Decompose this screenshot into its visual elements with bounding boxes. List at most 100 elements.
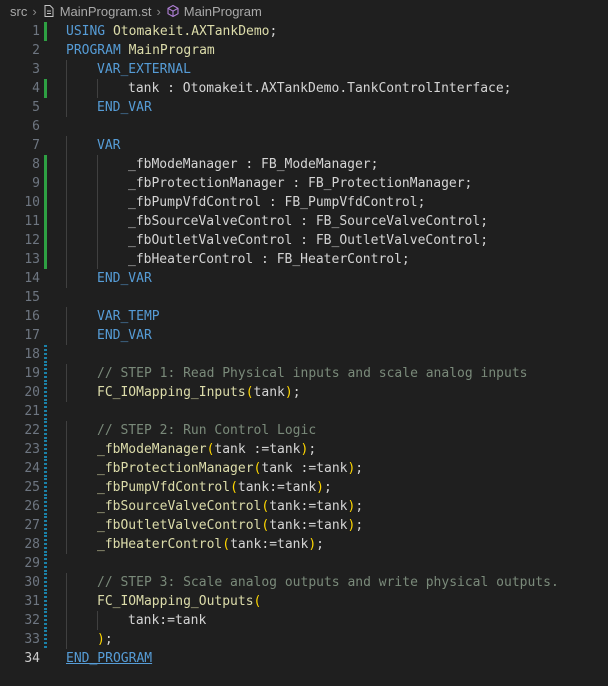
line-number: 20 — [24, 385, 40, 400]
breadcrumb-file[interactable]: MainProgram.st — [42, 4, 151, 19]
code-text: _fbProtectionManager : FB_ProtectionMana… — [128, 174, 472, 193]
code-line[interactable]: 32 tank:=tank — [0, 611, 608, 630]
code-line[interactable]: 20 FC_IOMapping_Inputs(tank); — [0, 383, 608, 402]
indent-guide — [66, 269, 67, 288]
git-modified-marker[interactable] — [44, 459, 47, 478]
code-line[interactable]: 7 VAR — [0, 136, 608, 155]
code-text: _fbProtectionManager(tank :=tank); — [97, 459, 363, 478]
git-modified-marker[interactable] — [44, 383, 47, 402]
code-line[interactable]: 13 _fbHeaterControl : FB_HeaterControl; — [0, 250, 608, 269]
indent-guide — [66, 497, 67, 516]
code-line[interactable]: 22 // STEP 2: Run Control Logic — [0, 421, 608, 440]
git-modified-marker[interactable] — [44, 364, 47, 383]
code-line[interactable]: 2 PROGRAM MainProgram — [0, 41, 608, 60]
code-line[interactable]: 31 FC_IOMapping_Outputs( — [0, 592, 608, 611]
code-line[interactable]: 10 _fbPumpVfdControl : FB_PumpVfdControl; — [0, 193, 608, 212]
code-line[interactable]: 11 _fbSourceValveControl : FB_SourceValve… — [0, 212, 608, 231]
code-editor[interactable]: 1 USING Otomakeit.AXTankDemo; 2 PROGRAM Mai… — [0, 22, 608, 668]
code-token: VAR — [97, 138, 121, 153]
code-line[interactable]: 16 VAR_TEMP — [0, 307, 608, 326]
indent-guide — [97, 250, 98, 269]
code-line[interactable]: 14 END_VAR — [0, 269, 608, 288]
code-line[interactable]: 23 _fbModeManager(tank :=tank); — [0, 440, 608, 459]
line-number: 3 — [32, 62, 40, 77]
git-added-marker[interactable] — [44, 22, 47, 41]
code-line[interactable]: 5 END_VAR — [0, 98, 608, 117]
line-number: 14 — [24, 271, 40, 286]
git-added-marker[interactable] — [44, 250, 47, 269]
code-line[interactable]: 17 END_VAR — [0, 326, 608, 345]
indent-guide — [66, 212, 67, 231]
code-token: _fbProtectionManager — [97, 461, 254, 476]
indent-guide — [66, 193, 67, 212]
indent-guide — [66, 60, 67, 79]
git-modified-marker[interactable] — [44, 611, 47, 630]
code-line[interactable]: 25 _fbPumpVfdControl(tank:=tank); — [0, 478, 608, 497]
code-line[interactable]: 4 tank : Otomakeit.AXTankDemo.TankControl… — [0, 79, 608, 98]
line-number: 15 — [24, 290, 40, 305]
code-text: _fbModeManager : FB_ModeManager; — [128, 155, 378, 174]
git-added-marker[interactable] — [44, 79, 47, 98]
code-line[interactable]: 29 — [0, 554, 608, 573]
code-line[interactable]: 3 VAR_EXTERNAL — [0, 60, 608, 79]
git-added-marker[interactable] — [44, 231, 47, 250]
code-line[interactable]: 8 _fbModeManager : FB_ModeManager; — [0, 155, 608, 174]
code-line[interactable]: 18 — [0, 345, 608, 364]
code-token: tank:=tank — [230, 537, 309, 552]
indent-guide — [66, 79, 67, 98]
code-line[interactable]: 27 _fbOutletValveControl(tank:=tank); — [0, 516, 608, 535]
code-line[interactable]: 9 _fbProtectionManager : FB_ProtectionMan… — [0, 174, 608, 193]
code-line[interactable]: 19 // STEP 1: Read Physical inputs and sc… — [0, 364, 608, 383]
indent-guide — [66, 535, 67, 554]
code-text: END_VAR — [97, 326, 152, 345]
line-number: 34 — [24, 651, 40, 666]
line-number: 23 — [24, 442, 40, 457]
code-line[interactable]: 26 _fbSourceValveControl(tank:=tank); — [0, 497, 608, 516]
git-modified-marker[interactable] — [44, 535, 47, 554]
code-token: _fbPumpVfdControl — [97, 480, 231, 495]
git-modified-marker[interactable] — [44, 421, 47, 440]
git-modified-marker[interactable] — [44, 497, 47, 516]
code-token: ; — [316, 537, 324, 552]
code-line[interactable]: 12 _fbOutletValveControl : FB_OutletValve… — [0, 231, 608, 250]
code-line[interactable]: 28 _fbHeaterControl(tank:=tank); — [0, 535, 608, 554]
git-added-marker[interactable] — [44, 155, 47, 174]
code-line[interactable]: 33); — [0, 630, 608, 649]
indent-guide — [97, 231, 98, 250]
line-number: 18 — [24, 347, 40, 362]
git-modified-marker[interactable] — [44, 630, 47, 649]
line-number: 7 — [32, 138, 40, 153]
code-token: ; — [324, 480, 332, 495]
git-added-marker[interactable] — [44, 193, 47, 212]
line-number: 2 — [32, 43, 40, 58]
git-modified-marker[interactable] — [44, 402, 47, 421]
code-token: ; — [292, 385, 301, 400]
code-line[interactable]: 1 USING Otomakeit.AXTankDemo; — [0, 22, 608, 41]
code-line[interactable]: 6 — [0, 117, 608, 136]
code-line[interactable]: 15 — [0, 288, 608, 307]
line-number: 9 — [32, 176, 40, 191]
git-added-marker[interactable] — [44, 212, 47, 231]
git-modified-marker[interactable] — [44, 478, 47, 497]
code-text: END_VAR — [97, 269, 152, 288]
code-line[interactable]: 30 // STEP 3: Scale analog outputs and wr… — [0, 573, 608, 592]
indent-guide — [97, 193, 98, 212]
git-modified-marker[interactable] — [44, 554, 47, 573]
indent-guide — [66, 592, 67, 611]
code-line[interactable]: 21 — [0, 402, 608, 421]
code-token: _fbModeManager — [97, 442, 207, 457]
line-number: 28 — [24, 537, 40, 552]
code-token: ( — [245, 385, 254, 400]
code-line[interactable]: 34 END_PROGRAM — [0, 649, 608, 668]
breadcrumb-folder[interactable]: src — [10, 4, 27, 19]
git-modified-marker[interactable] — [44, 592, 47, 611]
git-modified-marker[interactable] — [44, 345, 47, 364]
code-line[interactable]: 24 _fbProtectionManager(tank :=tank); — [0, 459, 608, 478]
git-modified-marker[interactable] — [44, 516, 47, 535]
git-modified-marker[interactable] — [44, 573, 47, 592]
breadcrumb-symbol[interactable]: MainProgram — [166, 4, 262, 19]
git-added-marker[interactable] — [44, 174, 47, 193]
code-token: ; — [355, 499, 364, 514]
git-modified-marker[interactable] — [44, 440, 47, 459]
indent-guide — [97, 212, 98, 231]
